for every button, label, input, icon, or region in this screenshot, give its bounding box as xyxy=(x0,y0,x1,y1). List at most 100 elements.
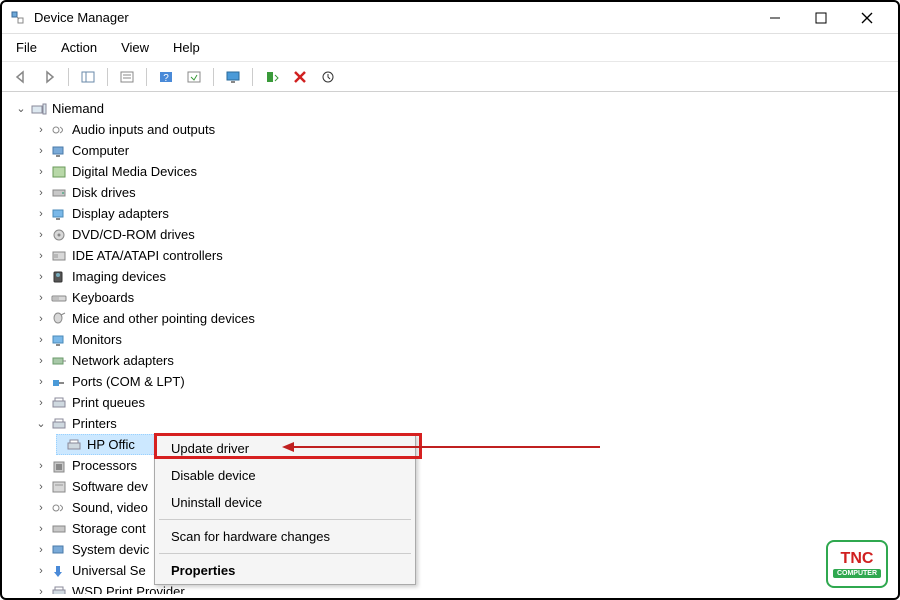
category-label: Network adapters xyxy=(72,353,174,368)
category-label: Keyboards xyxy=(72,290,134,305)
expander-icon[interactable]: ⌄ xyxy=(14,102,28,115)
category-label: Imaging devices xyxy=(72,269,166,284)
close-button[interactable] xyxy=(844,3,890,33)
expander-icon[interactable]: › xyxy=(34,124,48,136)
menu-view[interactable]: View xyxy=(117,38,153,57)
expander-icon[interactable]: › xyxy=(34,271,48,283)
category-label: Sound, video xyxy=(72,500,148,515)
tree-category[interactable]: ›Display adapters xyxy=(2,203,898,224)
update-icon[interactable] xyxy=(317,66,339,88)
expander-icon[interactable]: › xyxy=(34,250,48,262)
expander-icon[interactable]: › xyxy=(34,397,48,409)
category-label: Print queues xyxy=(72,395,145,410)
toolbar-separator xyxy=(213,68,214,86)
expander-icon[interactable]: › xyxy=(34,355,48,367)
tree-category[interactable]: › Disk drives xyxy=(2,182,898,203)
menu-action[interactable]: Action xyxy=(57,38,101,57)
expander-icon[interactable]: › xyxy=(34,166,48,178)
toolbar-separator xyxy=(252,68,253,86)
menu-help[interactable]: Help xyxy=(169,38,204,57)
expander-icon[interactable]: › xyxy=(34,502,48,514)
expander-icon[interactable]: › xyxy=(34,145,48,157)
tree-category[interactable]: › Sound, video xyxy=(2,497,898,518)
tree-category[interactable]: › DVD/CD-ROM drives xyxy=(2,224,898,245)
tree-root[interactable]: ⌄ Niemand xyxy=(2,98,898,119)
svg-text:?: ? xyxy=(163,73,169,84)
enable-device-icon[interactable] xyxy=(261,66,283,88)
device-category-icon xyxy=(50,185,68,201)
properties-button[interactable] xyxy=(116,66,138,88)
tree-category[interactable]: › Network adapters xyxy=(2,350,898,371)
tree-category[interactable]: ›Software dev xyxy=(2,476,898,497)
show-hide-tree-button[interactable] xyxy=(77,66,99,88)
expander-icon[interactable]: › xyxy=(34,565,48,577)
expander-icon[interactable]: › xyxy=(34,523,48,535)
device-category-icon xyxy=(50,122,68,138)
tree-category[interactable]: › Monitors xyxy=(2,329,898,350)
ctx-disable-device[interactable]: Disable device xyxy=(155,462,415,489)
category-label: Printers xyxy=(72,416,117,431)
help-button[interactable]: ? xyxy=(155,66,177,88)
device-category-icon xyxy=(50,563,68,579)
device-category-icon xyxy=(50,479,68,495)
tree-category[interactable]: › Ports (COM & LPT) xyxy=(2,371,898,392)
monitor-icon[interactable] xyxy=(222,66,244,88)
tree-category[interactable]: ›Computer xyxy=(2,140,898,161)
category-label: Storage cont xyxy=(72,521,146,536)
ctx-separator xyxy=(159,519,411,520)
tree-category[interactable]: ›Digital Media Devices xyxy=(2,161,898,182)
category-label: Monitors xyxy=(72,332,122,347)
tree-category[interactable]: › Mice and other pointing devices xyxy=(2,308,898,329)
menu-file[interactable]: File xyxy=(12,38,41,57)
expander-icon[interactable]: › xyxy=(34,187,48,199)
ctx-separator xyxy=(159,553,411,554)
tree-category[interactable]: ›Audio inputs and outputs xyxy=(2,119,898,140)
ctx-scan-changes[interactable]: Scan for hardware changes xyxy=(155,523,415,550)
device-category-icon xyxy=(50,248,68,264)
tree-category[interactable]: ›System devic xyxy=(2,539,898,560)
expander-icon[interactable]: › xyxy=(34,376,48,388)
expander-icon[interactable]: › xyxy=(34,292,48,304)
category-label: DVD/CD-ROM drives xyxy=(72,227,195,242)
ctx-properties[interactable]: Properties xyxy=(155,557,415,584)
expander-icon[interactable]: › xyxy=(34,313,48,325)
printer-icon xyxy=(50,416,68,432)
expander-icon[interactable]: › xyxy=(34,481,48,493)
expander-icon[interactable]: › xyxy=(34,334,48,346)
device-category-icon xyxy=(50,269,68,285)
device-label: HP Offic xyxy=(87,437,135,452)
uninstall-icon[interactable] xyxy=(289,66,311,88)
category-label: WSD Print Provider xyxy=(72,584,185,594)
tree-category[interactable]: › Storage cont xyxy=(2,518,898,539)
expander-icon[interactable]: › xyxy=(34,544,48,556)
toolbar-separator xyxy=(146,68,147,86)
expander-icon[interactable]: › xyxy=(34,208,48,220)
brand-logo: TNC COMPUTER xyxy=(826,540,888,588)
expander-icon[interactable]: › xyxy=(34,460,48,472)
tree-category[interactable]: › Keyboards xyxy=(2,287,898,308)
tree-category[interactable]: ›Universal Se xyxy=(2,560,898,581)
forward-button[interactable] xyxy=(38,66,60,88)
scan-button[interactable] xyxy=(183,66,205,88)
expander-icon[interactable]: › xyxy=(34,586,48,595)
category-label: Disk drives xyxy=(72,185,136,200)
category-label: IDE ATA/ATAPI controllers xyxy=(72,248,223,263)
ctx-uninstall-device[interactable]: Uninstall device xyxy=(155,489,415,516)
tree-category-printers[interactable]: ⌄ Printers xyxy=(2,413,898,434)
category-label: Mice and other pointing devices xyxy=(72,311,255,326)
expander-icon[interactable]: ⌄ xyxy=(34,417,48,430)
tree-category[interactable]: › IDE ATA/ATAPI controllers xyxy=(2,245,898,266)
brand-subtext: COMPUTER xyxy=(833,569,881,578)
category-label: Ports (COM & LPT) xyxy=(72,374,185,389)
back-button[interactable] xyxy=(10,66,32,88)
tree-category[interactable]: › WSD Print Provider xyxy=(2,581,898,594)
minimize-button[interactable] xyxy=(752,3,798,33)
maximize-button[interactable] xyxy=(798,3,844,33)
expander-icon[interactable]: › xyxy=(34,229,48,241)
tree-category[interactable]: › Print queues xyxy=(2,392,898,413)
toolbar: ? xyxy=(2,62,898,92)
tree-category[interactable]: ›Processors xyxy=(2,455,898,476)
device-tree[interactable]: ⌄ Niemand ›Audio inputs and outputs›Comp… xyxy=(2,92,898,594)
tree-category[interactable]: › Imaging devices xyxy=(2,266,898,287)
menu-bar: File Action View Help xyxy=(2,34,898,62)
